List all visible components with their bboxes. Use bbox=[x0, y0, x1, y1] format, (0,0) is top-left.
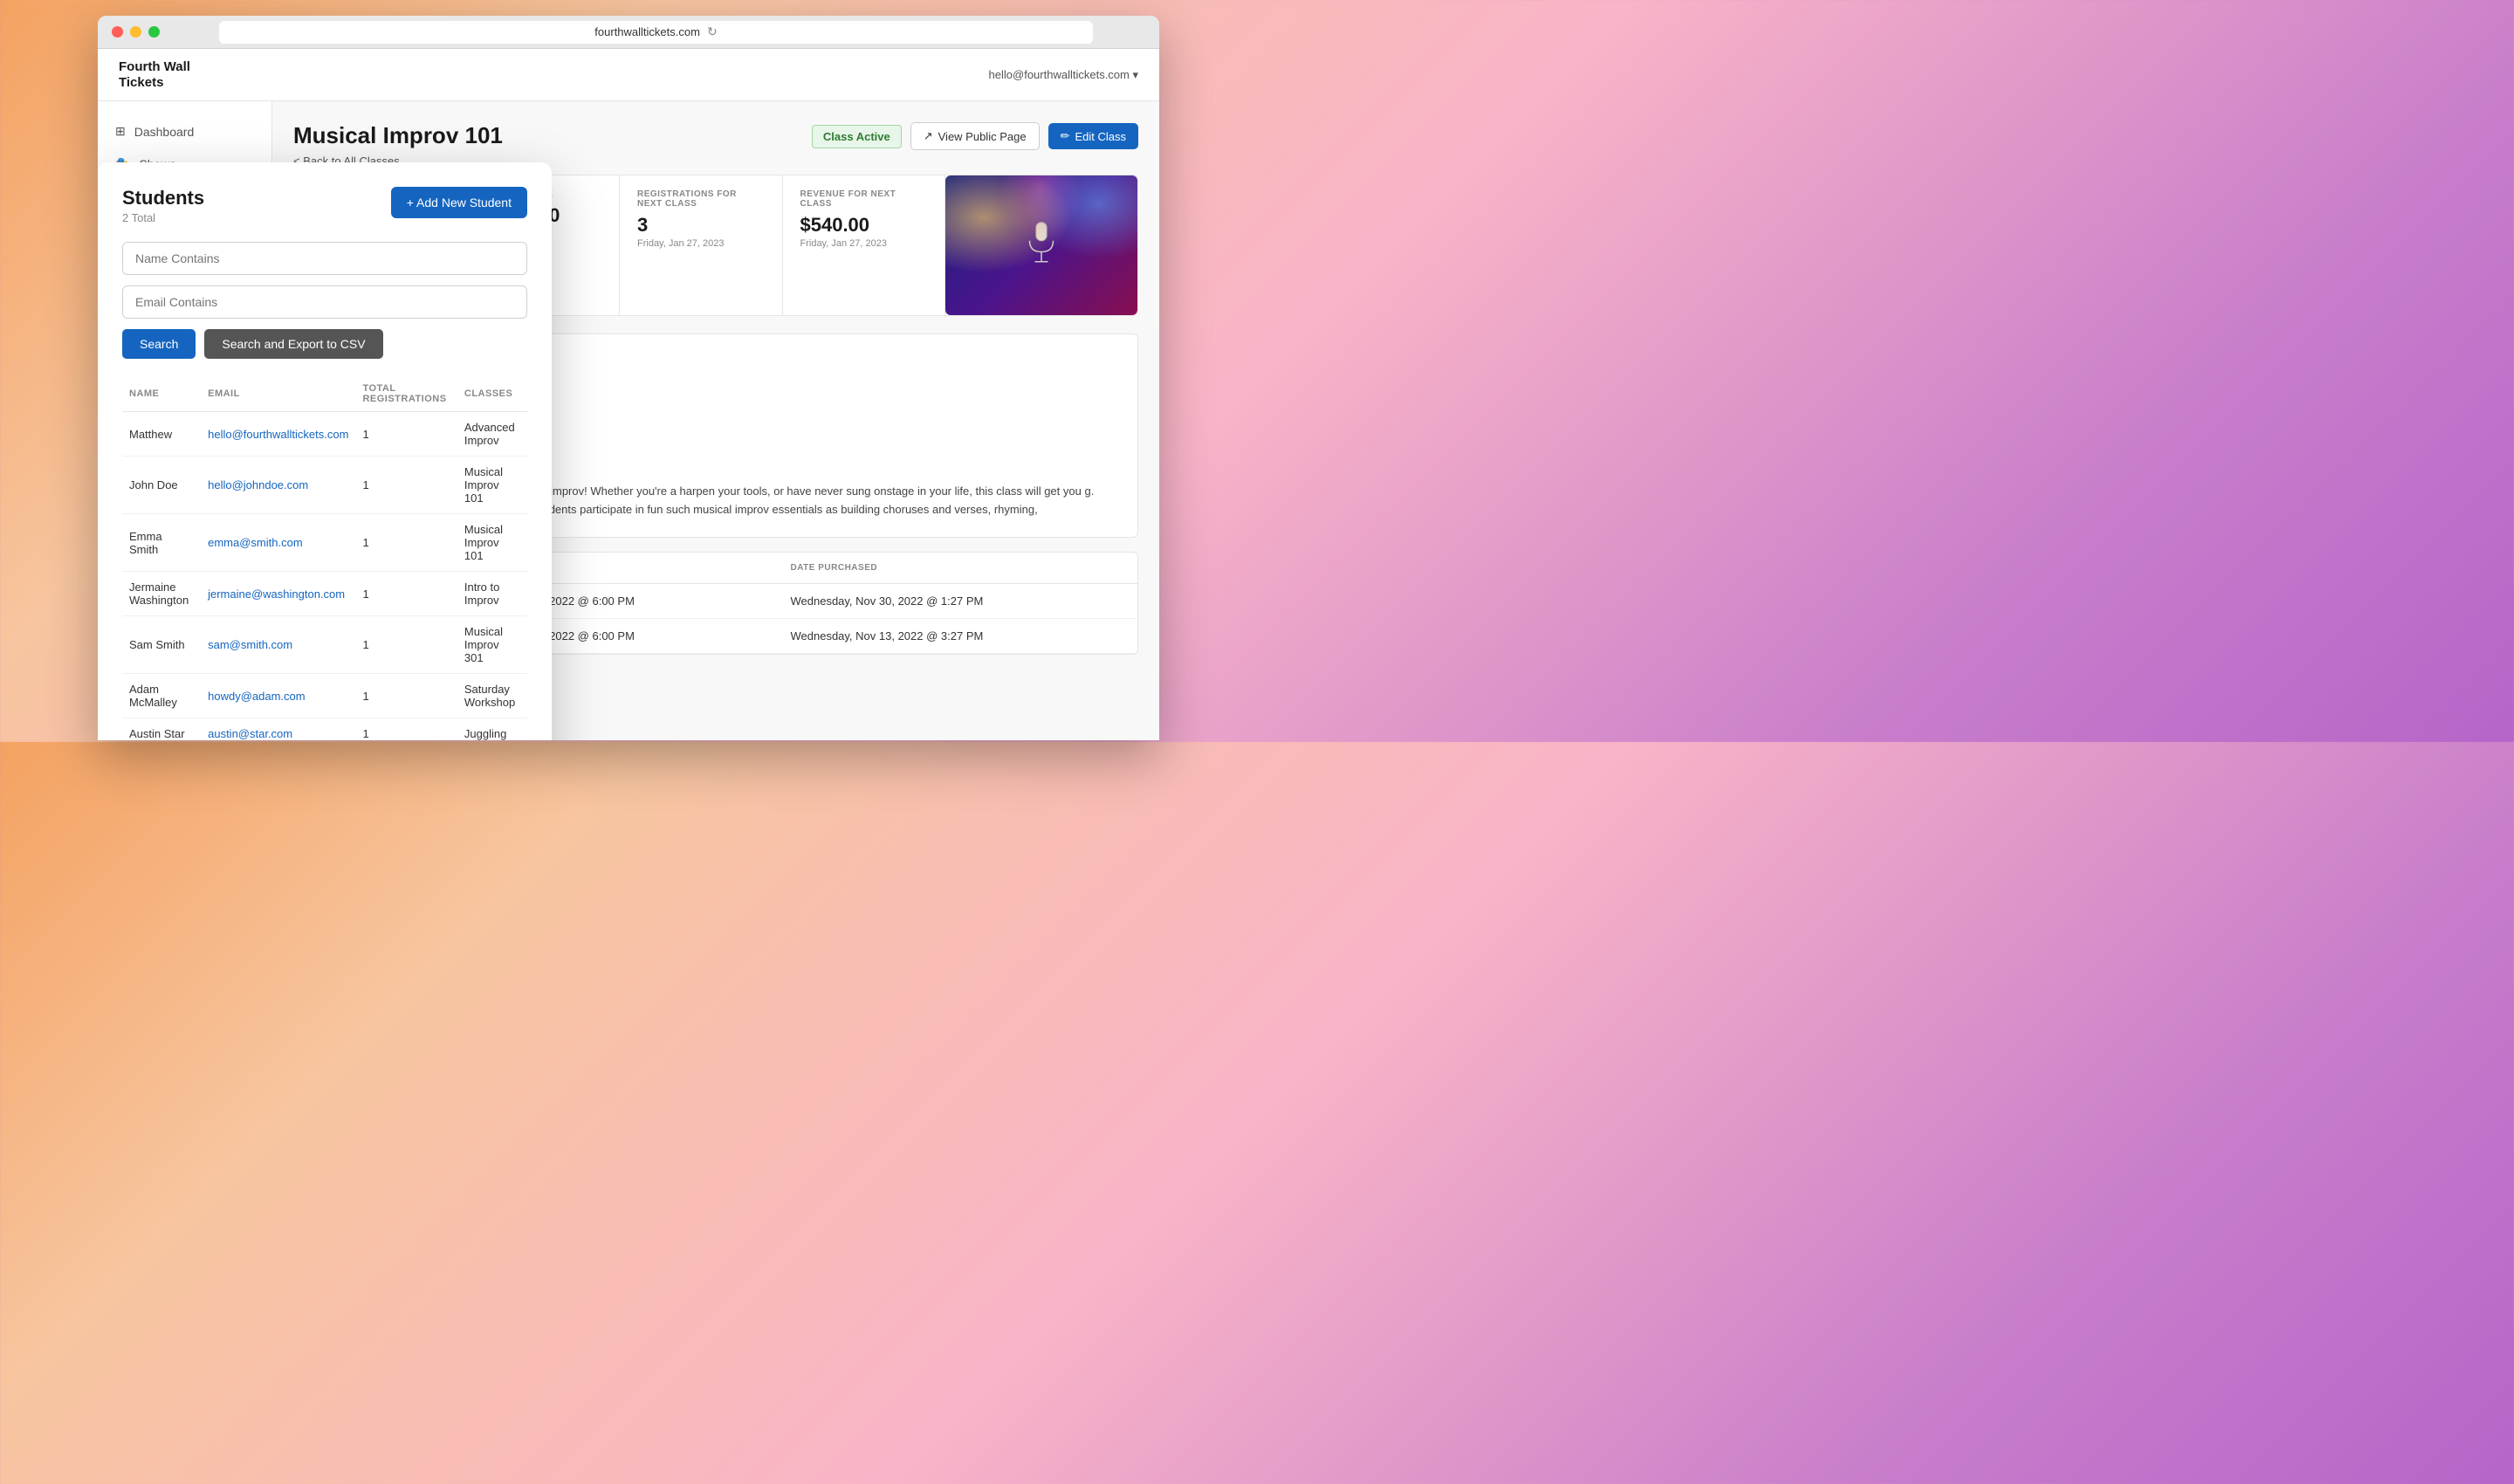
student-email[interactable]: austin@star.com bbox=[201, 718, 355, 741]
stat-value-3: $540.00 bbox=[800, 214, 928, 237]
student-total-regs: 1 bbox=[355, 412, 457, 457]
search-buttons: Search Search and Export to CSV bbox=[122, 329, 527, 359]
app-header: Fourth Wall Tickets hello@fourthwalltick… bbox=[98, 49, 1159, 101]
student-total-regs: 1 bbox=[355, 514, 457, 572]
student-classes: Saturday Workshop bbox=[457, 674, 527, 718]
stat-label-2: REGISTRATIONS FOR NEXT CLASS bbox=[637, 189, 765, 209]
student-row: Austin Star austin@star.com 1 Juggling bbox=[122, 718, 527, 741]
edit-class-button[interactable]: ✏ Edit Class bbox=[1048, 123, 1138, 149]
class-header: Musical Improv 101 < Back to All Classes… bbox=[293, 122, 1138, 168]
student-classes: Intro to Improv bbox=[457, 572, 527, 616]
class-image-container bbox=[945, 175, 1137, 315]
student-classes: Musical Improv 301 bbox=[457, 616, 527, 674]
app-logo: Fourth Wall Tickets bbox=[119, 59, 190, 91]
student-name: Matthew bbox=[122, 412, 201, 457]
email-contains-input[interactable] bbox=[122, 285, 527, 319]
col-email: EMAIL bbox=[201, 376, 355, 412]
browser-content: Fourth Wall Tickets hello@fourthwalltick… bbox=[98, 49, 1159, 740]
col-total-regs: TOTAL REGISTRATIONS bbox=[355, 376, 457, 412]
edit-class-label: Edit Class bbox=[1075, 130, 1126, 143]
dashboard-icon: ⊞ bbox=[115, 124, 126, 139]
student-total-regs: 1 bbox=[355, 674, 457, 718]
export-csv-button[interactable]: Search and Export to CSV bbox=[204, 329, 382, 359]
student-classes: Juggling bbox=[457, 718, 527, 741]
student-total-regs: 1 bbox=[355, 457, 457, 514]
student-name: Emma Smith bbox=[122, 514, 201, 572]
stage-lights bbox=[945, 175, 1137, 315]
external-link-icon: ↗ bbox=[924, 129, 933, 143]
student-name: John Doe bbox=[122, 457, 201, 514]
user-menu[interactable]: hello@fourthwalltickets.com ▾ bbox=[989, 68, 1138, 82]
stat-sub-2: Friday, Jan 27, 2023 bbox=[637, 238, 765, 249]
stat-label-3: REVENUE FOR NEXT CLASS bbox=[800, 189, 928, 209]
minimize-button[interactable] bbox=[130, 26, 141, 38]
stat-sub-3: Friday, Jan 27, 2023 bbox=[800, 238, 928, 249]
student-total-regs: 1 bbox=[355, 616, 457, 674]
col-name: NAME bbox=[122, 376, 201, 412]
student-name: Jermaine Washington bbox=[122, 572, 201, 616]
reload-icon[interactable]: ↻ bbox=[707, 24, 718, 39]
view-public-page-button[interactable]: ↗ View Public Page bbox=[910, 122, 1040, 150]
browser-window: fourthwalltickets.com ↻ Fourth Wall Tick… bbox=[98, 16, 1159, 740]
maximize-button[interactable] bbox=[148, 26, 160, 38]
name-contains-input[interactable] bbox=[122, 242, 527, 275]
student-row: Jermaine Washington jermaine@washington.… bbox=[122, 572, 527, 616]
sidebar-item-dashboard[interactable]: ⊞ Dashboard bbox=[98, 115, 271, 148]
student-email[interactable]: howdy@adam.com bbox=[201, 674, 355, 718]
user-email: hello@fourthwalltickets.com ▾ bbox=[989, 68, 1138, 82]
student-name: Sam Smith bbox=[122, 616, 201, 674]
reg-date-purchased: Wednesday, Nov 30, 2022 @ 1:27 PM bbox=[776, 583, 1137, 618]
student-row: Matthew hello@fourthwalltickets.com 1 Ad… bbox=[122, 412, 527, 457]
stat-value-2: 3 bbox=[637, 214, 765, 237]
class-image bbox=[945, 175, 1137, 315]
sidebar-label-dashboard: Dashboard bbox=[134, 125, 195, 139]
stat-next-registrations: REGISTRATIONS FOR NEXT CLASS 3 Friday, J… bbox=[620, 175, 783, 315]
search-button[interactable]: Search bbox=[122, 329, 196, 359]
student-email[interactable]: emma@smith.com bbox=[201, 514, 355, 572]
student-row: Sam Smith sam@smith.com 1 Musical Improv… bbox=[122, 616, 527, 674]
student-row: Emma Smith emma@smith.com 1 Musical Impr… bbox=[122, 514, 527, 572]
student-email[interactable]: hello@fourthwalltickets.com bbox=[201, 412, 355, 457]
students-table: NAME EMAIL TOTAL REGISTRATIONS CLASSES M… bbox=[122, 376, 527, 740]
class-status-badge: Class Active bbox=[812, 125, 902, 148]
view-public-label: View Public Page bbox=[938, 130, 1027, 143]
students-title: Students bbox=[122, 187, 204, 210]
url-bar[interactable]: fourthwalltickets.com ↻ bbox=[219, 21, 1093, 44]
student-email[interactable]: sam@smith.com bbox=[201, 616, 355, 674]
student-classes: Musical Improv 101 bbox=[457, 514, 527, 572]
close-button[interactable] bbox=[112, 26, 123, 38]
student-row: John Doe hello@johndoe.com 1 Musical Imp… bbox=[122, 457, 527, 514]
col-classes: CLASSES bbox=[457, 376, 527, 412]
student-name: Austin Star bbox=[122, 718, 201, 741]
url-text: fourthwalltickets.com bbox=[594, 25, 700, 38]
browser-titlebar: fourthwalltickets.com ↻ bbox=[98, 16, 1159, 49]
class-title: Musical Improv 101 bbox=[293, 122, 503, 149]
students-panel: Students 2 Total + Add New Student Searc… bbox=[98, 162, 552, 740]
student-name: Adam McMalley bbox=[122, 674, 201, 718]
add-new-student-button[interactable]: + Add New Student bbox=[391, 187, 527, 218]
reg-date-purchased: Wednesday, Nov 13, 2022 @ 3:27 PM bbox=[776, 618, 1137, 653]
stat-next-revenue: REVENUE FOR NEXT CLASS $540.00 Friday, J… bbox=[783, 175, 946, 315]
student-row: Adam McMalley howdy@adam.com 1 Saturday … bbox=[122, 674, 527, 718]
col-date-purchased: DATE PURCHASED bbox=[776, 553, 1137, 584]
edit-icon: ✏ bbox=[1061, 129, 1070, 143]
student-email[interactable]: hello@johndoe.com bbox=[201, 457, 355, 514]
student-classes: Advanced Improv bbox=[457, 412, 527, 457]
students-count: 2 Total bbox=[122, 211, 204, 224]
student-classes: Musical Improv 101 bbox=[457, 457, 527, 514]
class-actions: Class Active ↗ View Public Page ✏ Edit C… bbox=[812, 122, 1138, 150]
student-total-regs: 1 bbox=[355, 718, 457, 741]
students-header: Students 2 Total + Add New Student bbox=[122, 187, 527, 224]
student-total-regs: 1 bbox=[355, 572, 457, 616]
student-email[interactable]: jermaine@washington.com bbox=[201, 572, 355, 616]
